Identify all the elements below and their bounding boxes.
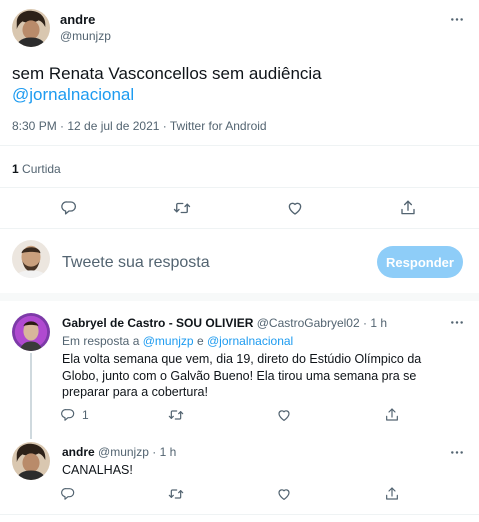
share-icon — [384, 407, 400, 423]
divider — [0, 228, 479, 229]
retweet-icon — [173, 199, 191, 217]
tweet-meta[interactable]: 8:30 PM · 12 de jul de 2021 · Twitter fo… — [12, 119, 267, 133]
share-button[interactable] — [399, 199, 417, 217]
author-name[interactable]: andre — [62, 445, 95, 459]
reply-context: Em resposta a @munjzp e @jornalnacional — [62, 334, 293, 348]
likes-label: Curtida — [22, 162, 61, 176]
share-button[interactable] — [384, 486, 400, 502]
reply-text: Ela volta semana que vem, dia 19, direto… — [62, 352, 422, 399]
share-icon — [384, 486, 400, 502]
retweet-icon — [168, 486, 184, 502]
retweet-button[interactable] — [173, 199, 191, 217]
share-icon — [399, 199, 417, 217]
reply-header: andre @munjzp · 1 h — [62, 445, 176, 459]
more-icon[interactable] — [446, 12, 468, 26]
reply-count: 1 — [82, 408, 89, 422]
reply-icon — [60, 486, 76, 502]
like-icon — [276, 486, 292, 502]
author-name[interactable]: andre — [60, 12, 95, 27]
avatar[interactable] — [12, 9, 50, 47]
like-button[interactable] — [276, 486, 292, 502]
retweet-button[interactable] — [168, 486, 184, 502]
reply-icon — [60, 407, 76, 423]
tweet-text: sem Renata Vasconcellos sem audiência — [12, 64, 322, 83]
divider — [0, 145, 479, 146]
avatar[interactable] — [12, 442, 50, 480]
more-icon[interactable] — [446, 445, 468, 459]
timestamp[interactable]: 1 h — [370, 316, 387, 330]
author-name[interactable]: Gabryel de Castro - SOU OLIVIER — [62, 316, 253, 330]
mention-link[interactable]: @munjzp — [143, 334, 194, 348]
reply-button[interactable] — [60, 486, 76, 502]
like-icon — [286, 199, 304, 217]
separator-dot: · — [362, 316, 367, 330]
thread-line — [30, 353, 32, 439]
avatar — [12, 240, 50, 278]
reply-context-and: e — [196, 334, 204, 348]
section-separator — [0, 293, 479, 301]
mention-link[interactable]: @jornalnacional — [207, 334, 293, 348]
likes-stat[interactable]: 1 Curtida — [12, 162, 61, 176]
mention-link[interactable]: @jornalnacional — [12, 84, 134, 106]
reply-header: Gabryel de Castro - SOU OLIVIER @CastroG… — [62, 316, 387, 330]
reply-input[interactable]: Tweete sua resposta — [62, 254, 362, 272]
reply-submit-button[interactable]: Responder — [377, 246, 463, 278]
author-handle[interactable]: @CastroGabryel02 — [257, 316, 360, 330]
author-handle[interactable]: @munjzp — [60, 29, 111, 43]
avatar[interactable] — [12, 313, 50, 351]
like-button[interactable] — [286, 199, 304, 217]
likes-count: 1 — [12, 162, 19, 176]
reply-button[interactable]: 1 — [60, 407, 89, 423]
more-icon[interactable] — [446, 315, 468, 329]
divider — [0, 187, 479, 188]
retweet-icon — [168, 407, 184, 423]
retweet-button[interactable] — [168, 407, 184, 423]
like-icon — [276, 407, 292, 423]
reply-text: CANALHAS! — [62, 463, 133, 477]
author-handle[interactable]: @munjzp — [98, 445, 149, 459]
like-button[interactable] — [276, 407, 292, 423]
reply-button[interactable] — [60, 199, 78, 217]
share-button[interactable] — [384, 407, 400, 423]
divider — [0, 514, 479, 515]
reply-context-prefix: Em resposta a — [62, 334, 140, 348]
separator-dot: · — [152, 445, 157, 459]
reply-icon — [60, 199, 78, 217]
timestamp[interactable]: 1 h — [160, 445, 177, 459]
